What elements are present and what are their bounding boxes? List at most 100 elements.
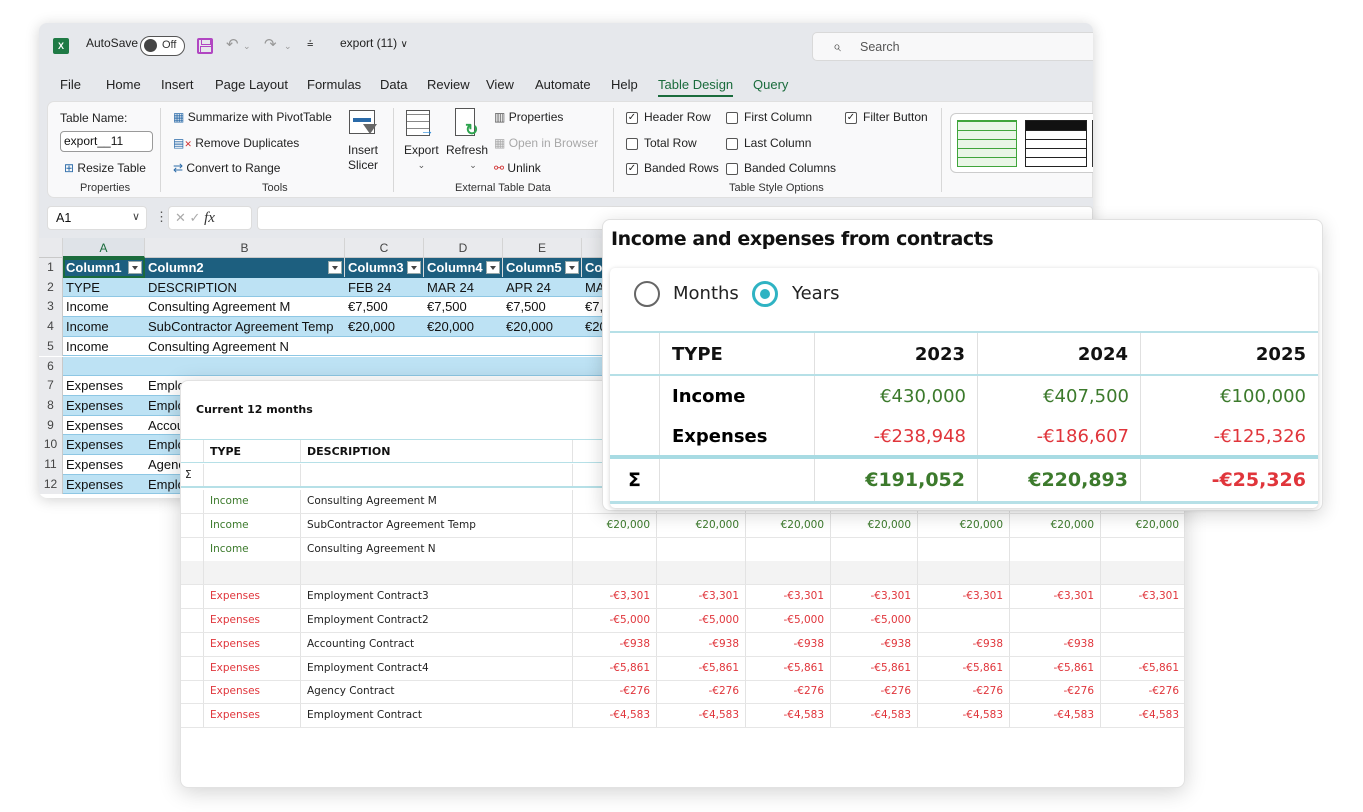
more-options-icon[interactable]: ⋮ [155, 209, 168, 225]
cell[interactable]: SubContractor Agreement Temp [145, 317, 345, 336]
tab-query[interactable]: Query [753, 77, 788, 92]
cell[interactable]: APR 24 [503, 278, 582, 297]
column-header-c[interactable]: C [345, 238, 424, 258]
table-style-black[interactable] [1025, 120, 1087, 167]
cell[interactable] [63, 357, 145, 376]
banded-rows-checkbox[interactable]: ✓ [626, 163, 638, 175]
header-row-checkbox[interactable]: ✓ [626, 112, 638, 124]
filename-dropdown[interactable]: export (11) ∨ [340, 36, 408, 50]
cancel-icon[interactable]: ✕ [175, 210, 186, 225]
tab-review[interactable]: Review [427, 77, 470, 92]
insert-slicer-button[interactable]: Insert Slicer [348, 143, 378, 173]
filter-dropdown-icon[interactable] [407, 261, 421, 274]
tab-formulas[interactable]: Formulas [307, 77, 361, 92]
autosave-toggle[interactable]: Off [140, 36, 185, 56]
cell[interactable] [145, 357, 345, 376]
save-icon[interactable] [197, 38, 213, 54]
cell[interactable]: MAR 24 [424, 278, 503, 297]
name-box[interactable]: A1 ∨ [47, 206, 147, 230]
export-button[interactable]: Export ⌄ [404, 143, 439, 171]
cell[interactable]: €7,500 [424, 297, 503, 316]
row-header[interactable]: 3 [39, 297, 63, 318]
filter-button-checkbox[interactable]: ✓ [845, 112, 857, 124]
cell[interactable]: Column2 [145, 258, 345, 277]
first-column-checkbox[interactable] [726, 112, 738, 124]
select-all-corner[interactable] [39, 238, 63, 258]
table-styles-gallery[interactable] [950, 113, 1093, 173]
cell[interactable]: Expenses [63, 455, 145, 474]
cell[interactable]: Consulting Agreement M [145, 297, 345, 316]
open-in-browser-button[interactable]: ▦ Open in Browser [494, 136, 598, 150]
cell[interactable] [424, 337, 503, 356]
tab-table-design[interactable]: Table Design [658, 77, 734, 97]
tab-automate[interactable]: Automate [535, 77, 591, 92]
tab-page-layout[interactable]: Page Layout [215, 77, 288, 92]
cell[interactable] [345, 337, 424, 356]
insert-function-icon[interactable]: fx [204, 210, 215, 226]
column-header-a[interactable]: A [63, 238, 145, 258]
row-header[interactable]: 6 [39, 356, 63, 377]
refresh-button[interactable]: Refresh ⌄ [446, 143, 488, 171]
cell[interactable]: €20,000 [345, 317, 424, 336]
cell[interactable] [424, 357, 503, 376]
cell[interactable]: DESCRIPTION [145, 278, 345, 297]
cell[interactable]: Income [63, 337, 145, 356]
row-header[interactable]: 5 [39, 336, 63, 357]
banded-columns-checkbox[interactable] [726, 163, 738, 175]
cell[interactable]: Consulting Agreement N [145, 337, 345, 356]
cell[interactable]: Expenses [63, 396, 145, 415]
resize-table-button[interactable]: ⊞ Resize Table [64, 161, 146, 175]
table-style-blue[interactable] [1092, 120, 1093, 167]
cell[interactable]: €20,000 [503, 317, 582, 336]
filter-dropdown-icon[interactable] [328, 261, 342, 274]
tab-home[interactable]: Home [106, 77, 141, 92]
remove-duplicates-button[interactable]: ▤✕ Remove Duplicates [173, 136, 299, 150]
cell[interactable]: Expenses [63, 376, 145, 395]
column-header-e[interactable]: E [503, 238, 582, 258]
row-header[interactable]: 9 [39, 415, 63, 436]
filter-dropdown-icon[interactable] [486, 261, 500, 274]
cell[interactable]: TYPE [63, 278, 145, 297]
cell[interactable] [345, 357, 424, 376]
customize-qat-icon[interactable]: ⩮ [307, 38, 313, 51]
cell[interactable]: €7,500 [345, 297, 424, 316]
cell[interactable]: €7,500 [503, 297, 582, 316]
cell[interactable]: Expenses [63, 435, 145, 454]
tab-help[interactable]: Help [611, 77, 638, 92]
row-header[interactable]: 10 [39, 435, 63, 455]
tab-insert[interactable]: Insert [161, 77, 194, 92]
cell[interactable]: FEB 24 [345, 278, 424, 297]
months-radio-label[interactable]: Months [673, 283, 739, 304]
tab-view[interactable]: View [486, 77, 514, 92]
row-header[interactable]: 4 [39, 317, 63, 337]
row-header[interactable]: 7 [39, 376, 63, 396]
properties-button[interactable]: ▥ Properties [494, 110, 563, 124]
column-header-d[interactable]: D [424, 238, 503, 258]
tab-file[interactable]: File [60, 77, 81, 92]
row-header[interactable]: 8 [39, 395, 63, 416]
table-style-green[interactable] [957, 120, 1017, 167]
row-header[interactable]: 1 [39, 258, 63, 278]
cell[interactable]: Expenses [63, 416, 145, 435]
row-header[interactable]: 2 [39, 277, 63, 298]
unlink-button[interactable]: ⚯ Unlink [494, 161, 541, 175]
cell[interactable]: Expenses [63, 475, 145, 494]
years-radio-label[interactable]: Years [792, 283, 840, 304]
cell[interactable]: Income [63, 317, 145, 336]
tab-data[interactable]: Data [380, 77, 407, 92]
undo-dropdown-icon[interactable]: ⌄ [243, 41, 251, 52]
convert-to-range-button[interactable]: ⇄ Convert to Range [173, 161, 280, 175]
cell[interactable] [503, 357, 582, 376]
table-name-input[interactable]: export__11 [60, 131, 153, 152]
cell[interactable]: €20,000 [424, 317, 503, 336]
cell[interactable] [503, 337, 582, 356]
redo-icon[interactable]: ↷ [264, 35, 277, 53]
months-radio[interactable] [634, 281, 660, 307]
total-row-checkbox[interactable] [626, 138, 638, 150]
undo-icon[interactable]: ↶ [226, 35, 239, 53]
redo-dropdown-icon[interactable]: ⌄ [284, 41, 292, 52]
search-box[interactable]: ⌕ Search [812, 32, 1093, 61]
last-column-checkbox[interactable] [726, 138, 738, 150]
filter-dropdown-icon[interactable] [128, 261, 142, 274]
summarize-pivottable-button[interactable]: ▦ Summarize with PivotTable [173, 110, 332, 124]
